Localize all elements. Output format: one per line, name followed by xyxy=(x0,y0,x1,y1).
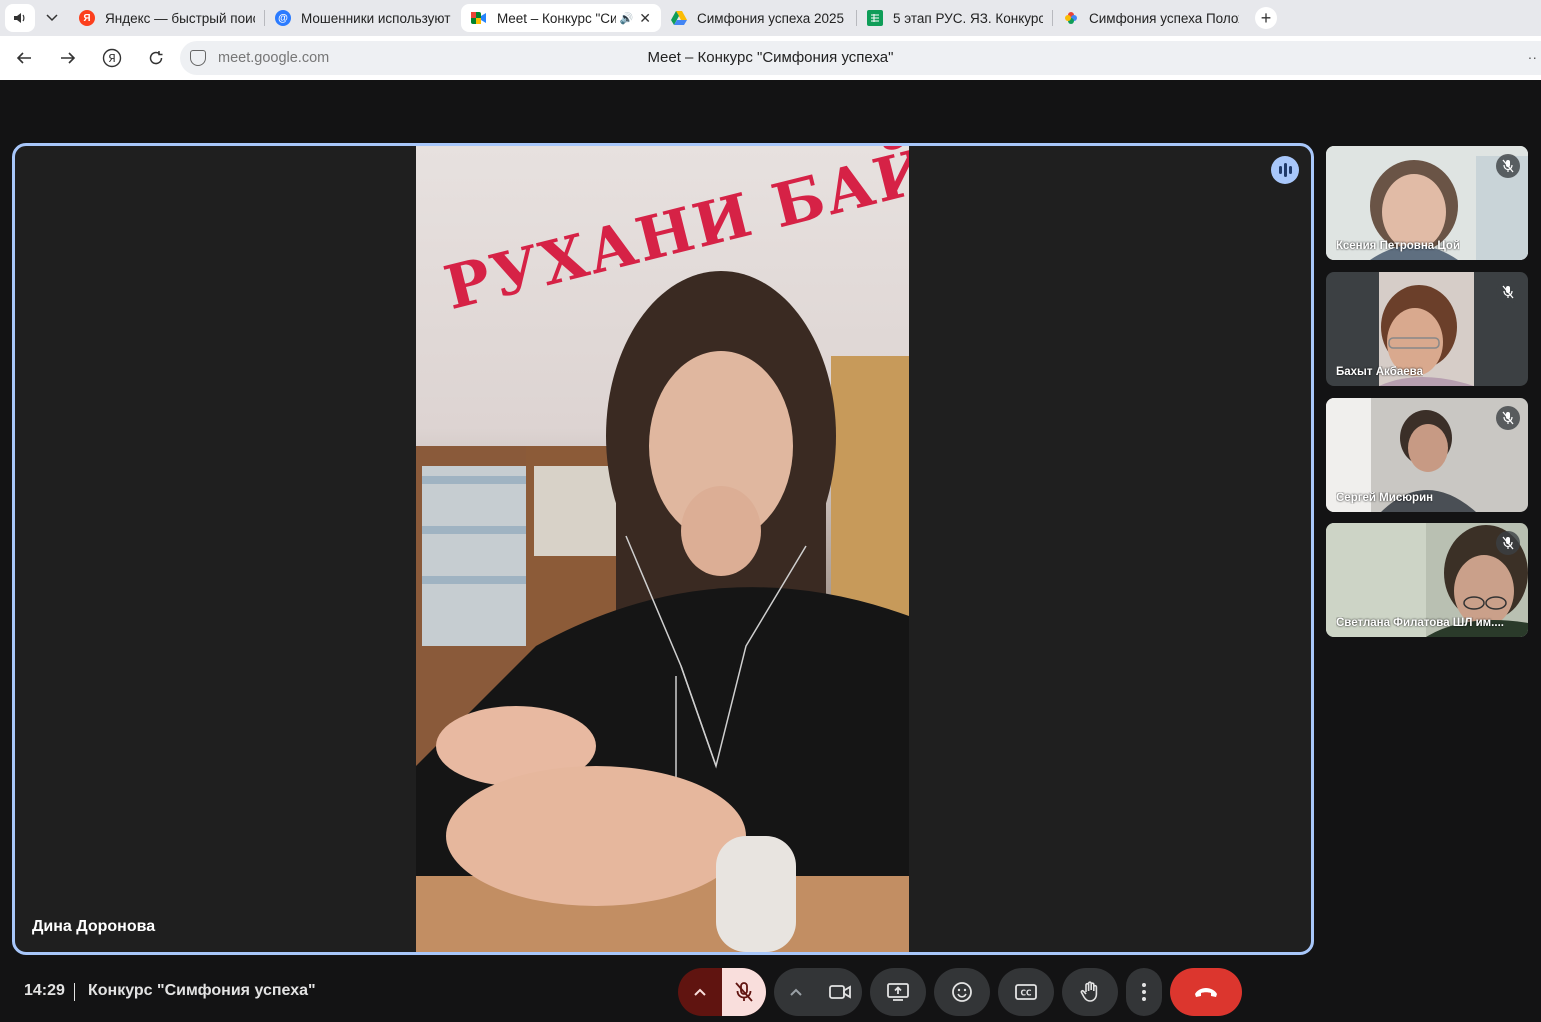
audio-options-chevron-up-icon[interactable] xyxy=(678,968,722,1016)
address-field[interactable]: meet.google.com ·· xyxy=(180,41,1541,75)
participant-name: Ксения Петровна Цой xyxy=(1336,240,1461,252)
svg-text:CC: CC xyxy=(1020,989,1032,998)
main-video-tile[interactable]: РУХАНИ БАЙЛ Дина Доронова xyxy=(12,143,1314,955)
present-screen-icon xyxy=(887,983,909,1001)
speaking-indicator-icon xyxy=(1271,156,1299,184)
yandex-logo-icon[interactable]: Я xyxy=(90,36,134,80)
tab-label: 5 этап РУС. ЯЗ. Конкурс с xyxy=(893,10,1043,26)
speaker-icon[interactable] xyxy=(5,4,35,32)
url-text: meet.google.com xyxy=(218,50,330,66)
participant-tile[interactable]: Бахыт Акбаева xyxy=(1326,272,1528,386)
microphone-control xyxy=(678,968,766,1016)
meet-stage: РУХАНИ БАЙЛ Дина Доронова Ксения Петровн… xyxy=(0,80,1541,1022)
svg-text:Я: Я xyxy=(108,52,116,65)
meet-icon xyxy=(471,10,487,26)
close-icon[interactable]: ✕ xyxy=(639,10,651,27)
tab-photos[interactable]: Симфония успеха Полож xyxy=(1053,4,1249,32)
main-participant-name: Дина Доронова xyxy=(32,918,156,935)
divider xyxy=(74,983,75,1001)
tab-sheets[interactable]: 5 этап РУС. ЯЗ. Конкурс с xyxy=(857,4,1053,32)
participant-name: Бахыт Акбаева xyxy=(1336,366,1423,378)
sheets-icon xyxy=(867,10,883,26)
mic-off-button[interactable] xyxy=(722,968,766,1016)
mic-off-icon xyxy=(735,982,753,1002)
tab-news[interactable]: @ Мошенники используют xyxy=(265,4,461,32)
emoji-smile-icon xyxy=(952,982,972,1002)
participant-tile[interactable]: Сергей Мисюрин xyxy=(1326,398,1528,512)
tab-label: Яндекс — быстрый поиск xyxy=(105,10,255,26)
camera-control xyxy=(774,968,862,1016)
reactions-button[interactable] xyxy=(934,968,990,1016)
more-dots-icon[interactable]: ·· xyxy=(1528,49,1537,65)
present-screen-button[interactable] xyxy=(870,968,926,1016)
tab-label: Meet – Конкурс "Си xyxy=(497,10,616,26)
mic-off-icon xyxy=(1496,154,1520,178)
back-arrow-icon[interactable] xyxy=(2,36,46,80)
participant-tile[interactable]: Светлана Филатова ШЛ им.... xyxy=(1326,523,1528,637)
tab-drive[interactable]: Симфония успеха 2025 – xyxy=(661,4,857,32)
participant-name: Светлана Филатова ШЛ им.... xyxy=(1336,617,1504,629)
meeting-title: Конкурс "Симфония успеха" xyxy=(88,982,316,999)
browser-tab-bar: Я Яндекс — быстрый поиск @ Мошенники исп… xyxy=(0,0,1541,36)
participant-tile[interactable]: Ксения Петровна Цой xyxy=(1326,146,1528,260)
tab-audio-icon[interactable]: 🔊 xyxy=(620,12,634,25)
closed-captions-icon: CC xyxy=(1015,984,1037,1000)
browser-address-bar: Я meet.google.com ·· Meet – Конкурс "Сим… xyxy=(0,36,1541,80)
at-icon: @ xyxy=(275,10,291,26)
photos-icon xyxy=(1063,10,1079,26)
main-participant-video: РУХАНИ БАЙЛ xyxy=(416,146,909,952)
more-options-button[interactable] xyxy=(1126,968,1162,1016)
forward-arrow-icon[interactable] xyxy=(46,36,90,80)
camera-icon xyxy=(829,985,851,999)
more-vert-icon xyxy=(1142,983,1146,1001)
mic-off-icon xyxy=(1496,280,1520,304)
raise-hand-button[interactable] xyxy=(1062,968,1118,1016)
tab-label: Мошенники используют xyxy=(301,10,451,26)
tab-list-chevron-icon[interactable] xyxy=(35,4,69,32)
participant-name: Сергей Мисюрин xyxy=(1336,492,1434,504)
leave-call-button[interactable] xyxy=(1170,968,1242,1016)
captions-button[interactable]: CC xyxy=(998,968,1054,1016)
tab-meet[interactable]: Meet – Конкурс "Си 🔊 ✕ xyxy=(461,4,661,32)
tab-label: Симфония успеха Полож xyxy=(1089,10,1239,26)
meeting-clock: 14:29 xyxy=(24,982,65,999)
mic-off-icon xyxy=(1496,531,1520,555)
hang-up-phone-icon xyxy=(1195,988,1217,997)
meet-control-bar: 14:29 Конкурс "Симфония успеха" CC xyxy=(0,960,1541,1022)
video-options-chevron-up-icon[interactable] xyxy=(774,968,818,1016)
new-tab-plus-icon[interactable]: + xyxy=(1255,7,1277,29)
yandex-icon: Я xyxy=(79,10,95,26)
mic-off-icon xyxy=(1496,406,1520,430)
site-info-shield-icon[interactable] xyxy=(190,50,206,66)
raise-hand-icon xyxy=(1080,981,1098,1002)
reload-icon[interactable] xyxy=(134,36,178,80)
tab-yandex[interactable]: Я Яндекс — быстрый поиск xyxy=(69,4,265,32)
tab-label: Симфония успеха 2025 – xyxy=(697,10,847,26)
camera-button[interactable] xyxy=(818,968,862,1016)
drive-icon xyxy=(671,10,687,26)
